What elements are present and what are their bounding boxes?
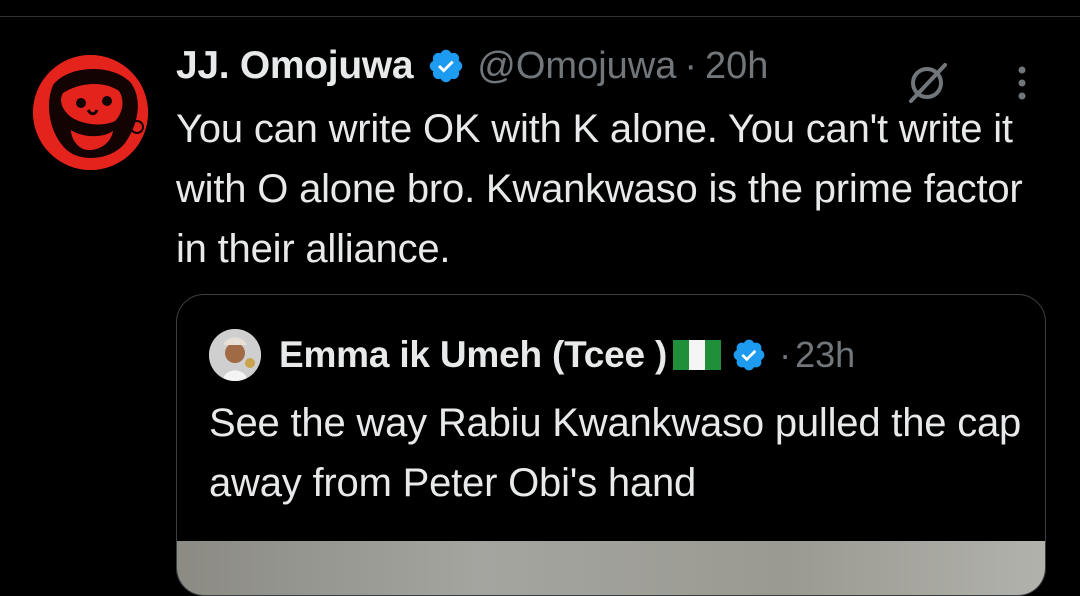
tweet-text: You can write OK with K alone. You can't… [176,107,1023,271]
tweet-header: JJ. Omojuwa @Omojuwa · 20h [176,39,768,93]
author-avatar[interactable] [33,55,148,170]
quote-media-preview[interactable] [177,541,1045,595]
author-handle[interactable]: @Omojuwa [477,45,676,88]
author-name[interactable]: JJ. Omojuwa [176,44,414,88]
nigeria-flag-icon [673,340,722,370]
tweet[interactable]: JJ. Omojuwa @Omojuwa · 20h You can write… [0,17,1080,596]
quote-verified-badge-icon[interactable] [731,337,767,373]
quote-author-avatar[interactable] [209,329,261,381]
quote-author-name[interactable]: Emma ik Umeh (Tcee ) [279,334,667,376]
verified-badge-icon[interactable] [427,47,465,85]
quoted-tweet[interactable]: Emma ik Umeh (Tcee ) · 23h See the way R… [176,294,1046,596]
quote-header: Emma ik Umeh (Tcee ) · 23h [209,329,855,381]
quote-time[interactable]: 23h [795,334,855,376]
quote-separator-dot: · [779,334,792,375]
quote-text: See the way Rabiu Kwankwaso pulled the c… [209,401,1022,505]
avatar-image [33,55,148,170]
separator-dot: · [684,44,698,87]
quote-avatar-image [209,329,261,381]
tweet-time[interactable]: 20h [705,45,768,88]
